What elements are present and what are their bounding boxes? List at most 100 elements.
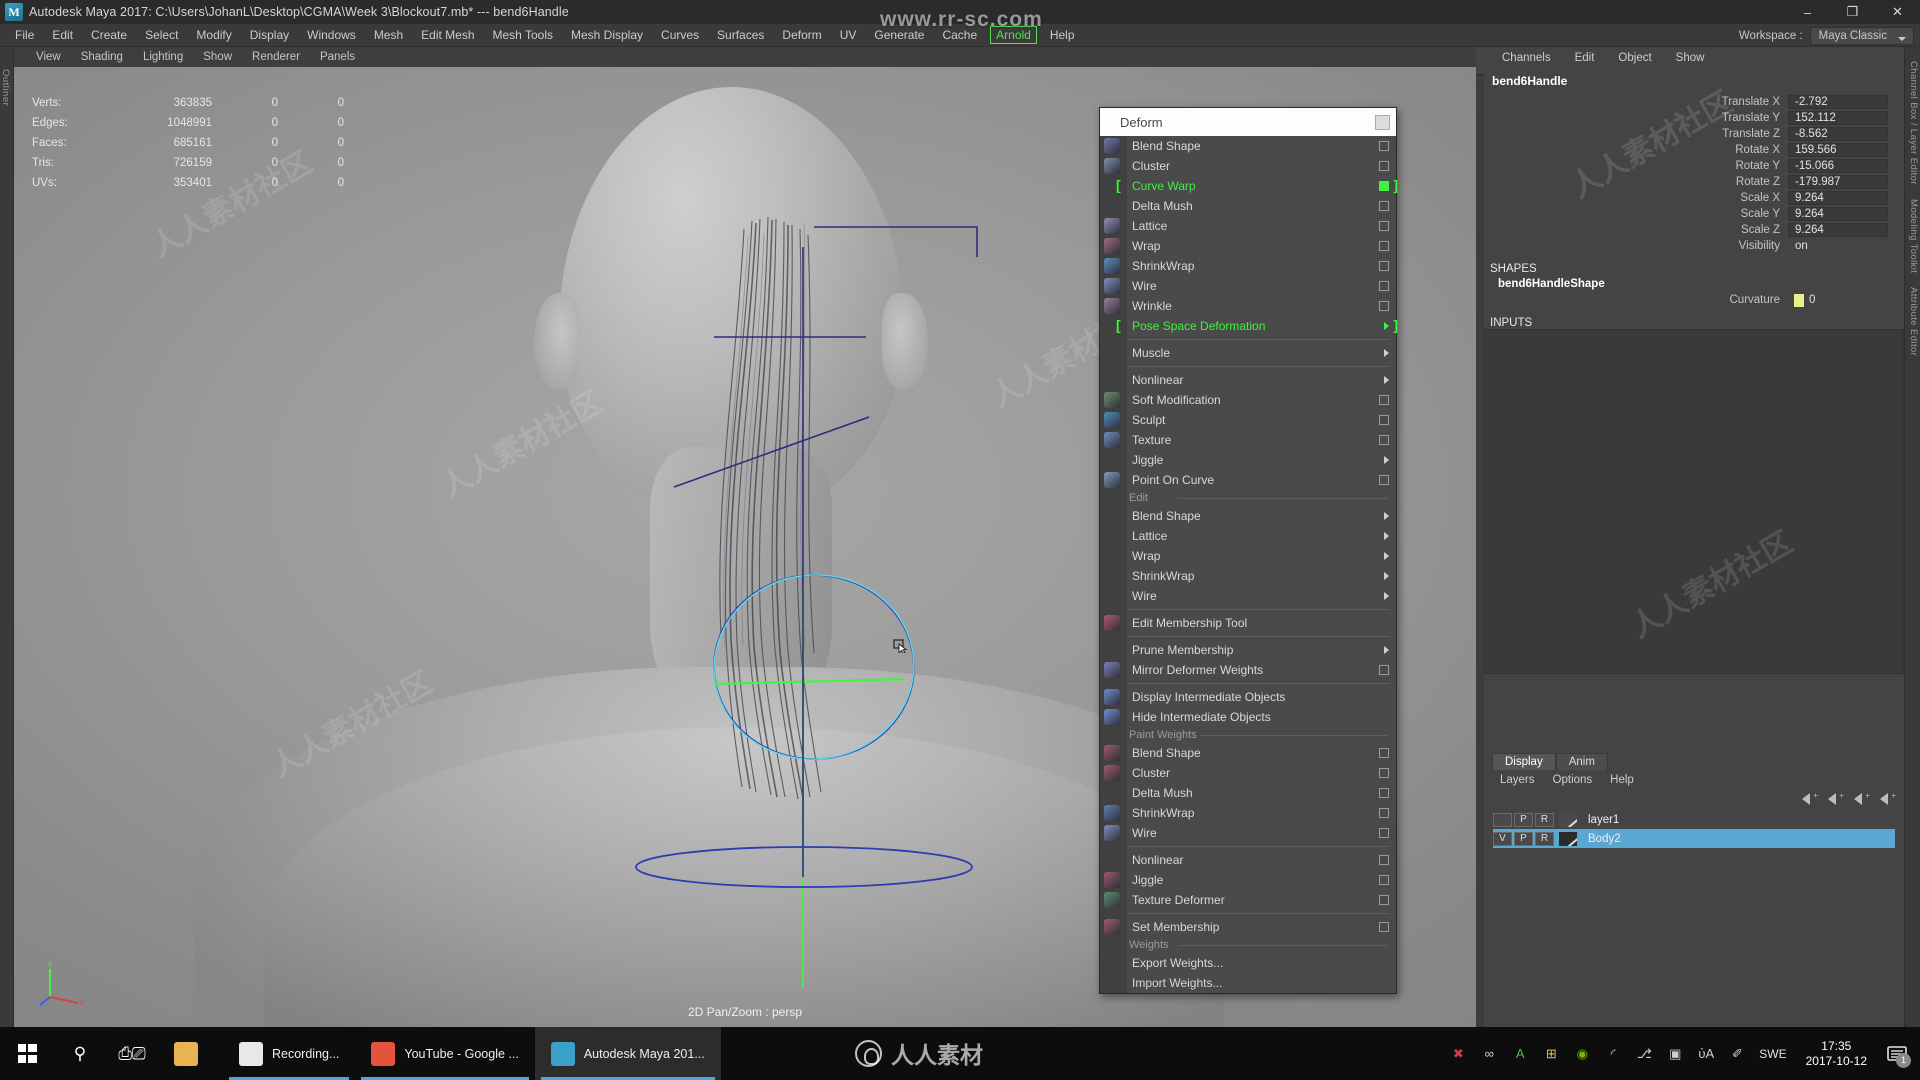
rail-tab-channel-box-layer-editor[interactable]: Channel Box / Layer Editor [1908,61,1919,185]
option-box-icon[interactable] [1379,395,1389,405]
search-icon[interactable]: ⚲ [54,1027,106,1080]
channel-attribute-row[interactable]: Translate X -2.792 [1484,94,1904,110]
attribute-value[interactable]: 0 [1788,293,1888,307]
deform-item-mirror-deformer-weights[interactable]: Mirror Deformer Weights [1100,660,1396,680]
clock[interactable]: 17:35 2017-10-12 [1800,1039,1873,1069]
viewport-menu-lighting[interactable]: Lighting [133,49,193,65]
deform-item-jiggle[interactable]: Jiggle [1100,450,1396,470]
layer-menu-layers[interactable]: Layers [1492,773,1543,787]
menu-curves[interactable]: Curves [652,25,708,45]
menu-deform[interactable]: Deform [773,25,830,45]
deform-item-wrinkle[interactable]: Wrinkle [1100,296,1396,316]
option-box-icon[interactable] [1379,221,1389,231]
option-box-icon[interactable] [1379,201,1389,211]
layer-playback-toggle[interactable]: P [1514,831,1533,846]
outliner-rail[interactable]: Outliner [0,47,14,1027]
menu-file[interactable]: File [6,25,43,45]
deform-item-wire[interactable]: Wire [1100,586,1396,606]
attribute-value[interactable]: 9.264 [1788,191,1888,205]
channel-box-empty-area[interactable] [1484,329,1904,674]
deform-item-shrinkwrap[interactable]: ShrinkWrap [1100,256,1396,276]
menu-select[interactable]: Select [136,25,187,45]
deform-item-cluster[interactable]: Cluster [1100,763,1396,783]
deform-item-prune-membership[interactable]: Prune Membership [1100,640,1396,660]
deform-item-hide-intermediate-objects[interactable]: Hide Intermediate Objects [1100,707,1396,727]
channelbox-menu-channels[interactable]: Channels [1492,50,1561,66]
network-icon[interactable]: ▣ [1666,1045,1684,1063]
channel-attribute-row[interactable]: Translate Y 152.112 [1484,110,1904,126]
option-box-icon[interactable] [1379,435,1389,445]
layer-prev-icon[interactable]: + [1802,791,1818,806]
option-box-icon[interactable] [1379,241,1389,251]
layer-color-swatch[interactable] [1559,831,1577,846]
menu-mesh[interactable]: Mesh [365,25,412,45]
menu-edit[interactable]: Edit [43,25,82,45]
viewport-menu-show[interactable]: Show [193,49,242,65]
option-box-icon[interactable] [1379,141,1389,151]
channelbox-menu-show[interactable]: Show [1666,50,1715,66]
deform-item-point-on-curve[interactable]: Point On Curve [1100,470,1396,490]
pen-icon[interactable]: ✐ [1728,1045,1746,1063]
menu-generate[interactable]: Generate [865,25,933,45]
minimize-button[interactable]: – [1785,0,1830,24]
windows-start-icon[interactable] [0,1027,54,1080]
option-box-icon[interactable] [1379,748,1389,758]
close-button[interactable]: ✕ [1875,0,1920,24]
channel-attribute-row[interactable]: Scale Z 9.264 [1484,222,1904,238]
option-box-icon[interactable] [1379,828,1389,838]
link-icon[interactable]: ∞ [1480,1045,1498,1063]
attribute-value[interactable]: 152.112 [1788,111,1888,125]
deform-item-lattice[interactable]: Lattice [1100,216,1396,236]
layer-menu-help[interactable]: Help [1602,773,1642,787]
option-box-icon[interactable] [1379,855,1389,865]
layer-visibility-toggle[interactable] [1493,812,1512,827]
attribute-value[interactable]: -179.987 [1788,175,1888,189]
deform-item-texture[interactable]: Texture [1100,430,1396,450]
layer-row[interactable]: P Rlayer1 [1493,810,1895,829]
layer-tab-anim[interactable]: Anim [1555,753,1608,770]
deform-item-export-weights[interactable]: Export Weights... [1100,953,1396,973]
shape-attribute-row[interactable]: Curvature 0 [1484,292,1904,308]
rail-tab-modeling-toolkit[interactable]: Modeling Toolkit [1908,199,1919,273]
channel-attribute-row[interactable]: Scale X 9.264 [1484,190,1904,206]
channel-attribute-row[interactable]: Translate Z -8.562 [1484,126,1904,142]
channel-attribute-row[interactable]: Rotate X 159.566 [1484,142,1904,158]
option-box-icon[interactable] [1379,161,1389,171]
deform-item-wire[interactable]: Wire [1100,823,1396,843]
menu-edit-mesh[interactable]: Edit Mesh [412,25,483,45]
menu-modify[interactable]: Modify [187,25,240,45]
notification-center-icon[interactable]: 1 [1886,1043,1911,1068]
deform-item-jiggle[interactable]: Jiggle [1100,870,1396,890]
option-box-icon[interactable] [1379,181,1389,191]
windows-defender-icon[interactable]: ⊞ [1542,1045,1560,1063]
taskbar-app-recording[interactable]: Recording... [223,1027,355,1080]
deform-item-texture-deformer[interactable]: Texture Deformer [1100,890,1396,910]
attribute-value[interactable]: 9.264 [1788,207,1888,221]
menu-create[interactable]: Create [82,25,136,45]
layer-new-icon[interactable]: + [1854,791,1870,806]
layer-color-swatch[interactable] [1559,812,1577,827]
deform-item-blend-shape[interactable]: Blend Shape [1100,136,1396,156]
deform-item-curve-warp[interactable]: [] Curve Warp [1100,176,1398,196]
deform-item-import-weights[interactable]: Import Weights... [1100,973,1396,993]
channel-attribute-row[interactable]: Visibility on [1484,238,1904,254]
shield-icon[interactable]: ✖ [1449,1045,1467,1063]
deform-item-edit-membership-tool[interactable]: Edit Membership Tool [1100,613,1396,633]
menu-help[interactable]: Help [1041,25,1084,45]
option-box-icon[interactable] [1379,301,1389,311]
channelbox-menu-edit[interactable]: Edit [1565,50,1605,66]
deform-item-cluster[interactable]: Cluster [1100,156,1396,176]
task-view-icon[interactable]: ⎙⎚ [106,1027,158,1080]
deform-item-blend-shape[interactable]: Blend Shape [1100,743,1396,763]
channel-attribute-row[interactable]: Scale Y 9.264 [1484,206,1904,222]
usb-icon[interactable]: ⎇ [1635,1045,1653,1063]
layer-next-icon[interactable]: + [1828,791,1844,806]
workspace-dropdown[interactable]: Maya Classic [1809,26,1914,45]
menu-uv[interactable]: UV [831,25,866,45]
deform-item-nonlinear[interactable]: Nonlinear [1100,370,1396,390]
option-box-icon[interactable] [1379,875,1389,885]
option-box-icon[interactable] [1379,808,1389,818]
deform-item-soft-modification[interactable]: Soft Modification [1100,390,1396,410]
layer-playback-toggle[interactable]: P [1514,812,1533,827]
layer-visibility-toggle[interactable]: V [1493,831,1512,846]
